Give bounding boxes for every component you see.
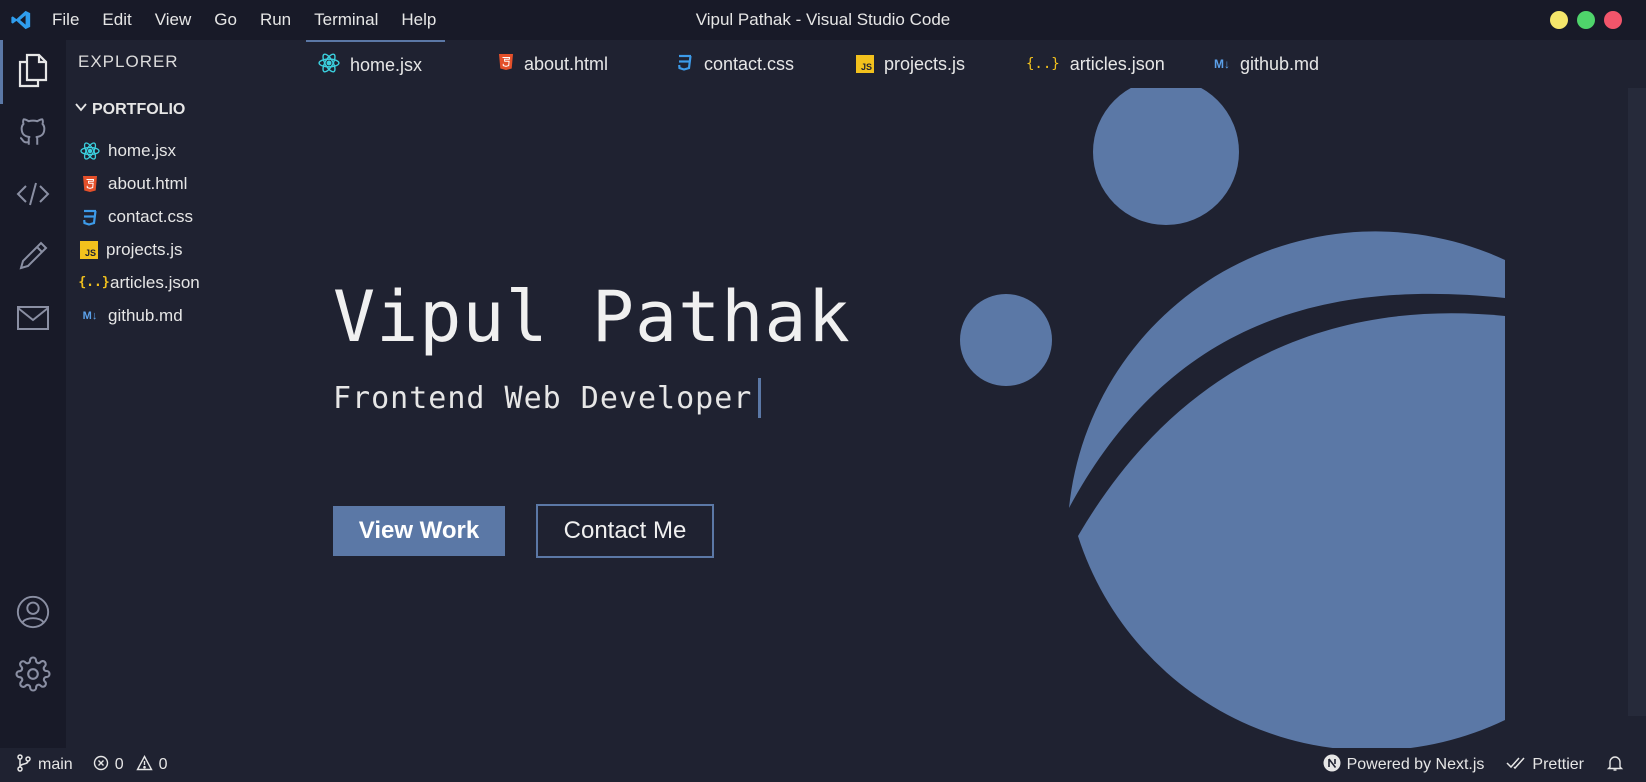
hero-name: Vipul Pathak xyxy=(333,276,851,358)
warning-count: 0 xyxy=(158,756,168,773)
scrollbar-thumb[interactable] xyxy=(1628,88,1646,716)
hero-role: Frontend Web Developer xyxy=(333,378,762,418)
branch-name: main xyxy=(38,756,73,773)
tab-github-md[interactable]: M↓ github.md xyxy=(1214,40,1319,88)
bell-icon[interactable] xyxy=(1606,754,1624,777)
editor-tabs: home.jsx about.html contact.css JS proje… xyxy=(306,40,1646,88)
file-home-jsx[interactable]: home.jsx xyxy=(80,134,200,167)
tab-label: github.md xyxy=(1240,53,1320,74)
decorative-shapes xyxy=(960,88,1505,748)
file-label: home.jsx xyxy=(108,140,177,160)
tab-label: about.html xyxy=(524,53,609,74)
menu-view[interactable]: View xyxy=(155,10,192,30)
file-articles-json[interactable]: {..} articles.json xyxy=(78,266,200,299)
chevron-down-icon xyxy=(74,100,88,119)
prettier-indicator[interactable]: Prettier xyxy=(1506,756,1584,775)
folder-label: PORTFOLIO xyxy=(92,100,186,118)
markdown-icon: M↓ xyxy=(82,309,98,322)
status-bar: main 0 0 Powered by Next.js Prettier xyxy=(0,748,1646,782)
activity-bar xyxy=(0,40,66,748)
react-icon xyxy=(318,52,340,79)
file-label: articles.json xyxy=(110,272,200,292)
json-icon: {..} xyxy=(78,275,110,290)
nextjs-indicator[interactable]: Powered by Next.js xyxy=(1323,754,1485,777)
tab-about-html[interactable]: about.html xyxy=(498,40,608,88)
typing-caret xyxy=(758,378,762,418)
decor-circle-small xyxy=(960,294,1052,386)
mail-icon[interactable] xyxy=(15,300,51,336)
html-icon xyxy=(80,174,100,194)
git-branch-icon xyxy=(16,753,32,777)
error-icon xyxy=(93,755,109,776)
code-icon[interactable] xyxy=(15,176,51,212)
html-icon xyxy=(498,53,514,76)
tab-label: articles.json xyxy=(1069,53,1165,74)
branch-indicator[interactable]: main xyxy=(16,753,73,777)
tab-projects-js[interactable]: JS projects.js xyxy=(856,40,965,88)
active-indicator xyxy=(0,40,3,104)
file-github-md[interactable]: M↓ github.md xyxy=(80,299,200,332)
menu-terminal[interactable]: Terminal xyxy=(314,10,378,30)
problems-indicator[interactable]: 0 0 xyxy=(93,754,168,776)
file-about-html[interactable]: about.html xyxy=(80,167,200,200)
prettier-label: Prettier xyxy=(1532,756,1584,773)
markdown-icon: M↓ xyxy=(1214,57,1230,71)
nextjs-icon xyxy=(1323,754,1341,777)
file-contact-css[interactable]: contact.css xyxy=(80,200,200,233)
files-icon[interactable] xyxy=(15,52,51,88)
menu-edit[interactable]: Edit xyxy=(102,10,131,30)
contact-me-button[interactable]: Contact Me xyxy=(536,504,714,558)
file-label: projects.js xyxy=(106,239,183,259)
error-count: 0 xyxy=(114,756,124,773)
css-icon xyxy=(676,53,694,76)
explorer-title: EXPLORER xyxy=(78,52,179,71)
tab-home-jsx[interactable]: home.jsx xyxy=(306,40,445,88)
github-icon[interactable] xyxy=(15,114,51,150)
tab-contact-css[interactable]: contact.css xyxy=(676,40,794,88)
gear-icon[interactable] xyxy=(15,656,51,692)
maximize-button[interactable] xyxy=(1577,11,1595,29)
menu-go[interactable]: Go xyxy=(214,10,237,30)
account-icon[interactable] xyxy=(15,594,51,630)
menu-run[interactable]: Run xyxy=(260,10,291,30)
tab-label: projects.js xyxy=(884,53,966,74)
menu-file[interactable]: File xyxy=(52,10,79,30)
menu-bar: File Edit View Go Run Terminal Help xyxy=(52,10,459,30)
vscode-logo-icon xyxy=(10,9,32,31)
warning-icon xyxy=(135,754,153,776)
react-icon xyxy=(80,141,100,161)
json-icon: {..} xyxy=(1026,56,1060,72)
tab-label: contact.css xyxy=(704,53,795,74)
editor-scrollbar[interactable] xyxy=(1628,88,1646,748)
tab-articles-json[interactable]: {..} articles.json xyxy=(1026,40,1165,88)
file-label: github.md xyxy=(108,305,183,325)
view-work-button[interactable]: View Work xyxy=(333,506,505,556)
title-bar: File Edit View Go Run Terminal Help Vipu… xyxy=(0,0,1646,40)
file-label: about.html xyxy=(108,173,188,193)
close-button[interactable] xyxy=(1604,11,1622,29)
folder-portfolio[interactable]: PORTFOLIO xyxy=(74,100,185,119)
css-icon xyxy=(80,207,100,227)
file-list: home.jsx about.html contact.css JS proje… xyxy=(78,134,200,332)
decor-circle-top xyxy=(1093,88,1239,225)
menu-help[interactable]: Help xyxy=(401,10,436,30)
pencil-icon[interactable] xyxy=(15,238,51,274)
js-icon: JS xyxy=(856,55,874,73)
editor-area: Vipul Pathak Frontend Web Developer View… xyxy=(306,88,1628,748)
js-icon: JS xyxy=(80,240,98,259)
window-controls xyxy=(1550,11,1622,29)
tab-label: home.jsx xyxy=(350,54,423,75)
file-projects-js[interactable]: JS projects.js xyxy=(80,233,200,266)
hero-role-text: Frontend Web Developer xyxy=(333,380,753,416)
explorer-sidebar: EXPLORER PORTFOLIO home.jsx about.html c… xyxy=(66,40,306,748)
powered-by-label: Powered by Next.js xyxy=(1346,756,1485,773)
file-label: contact.css xyxy=(108,206,194,226)
double-check-icon xyxy=(1506,756,1526,775)
minimize-button[interactable] xyxy=(1550,11,1568,29)
